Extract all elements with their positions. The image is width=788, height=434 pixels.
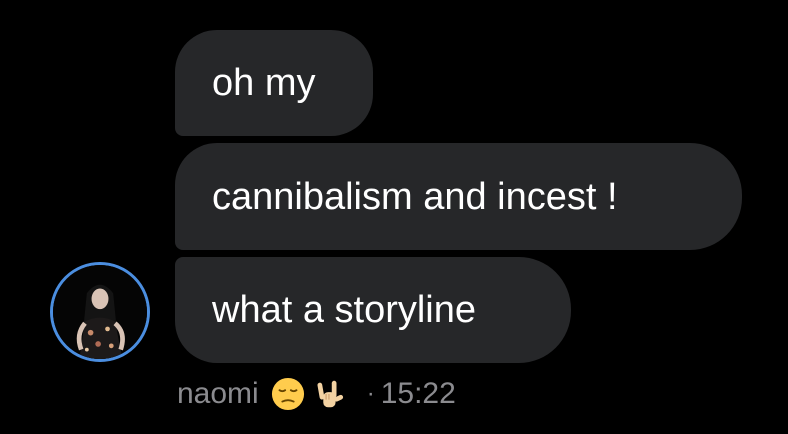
separator-dot: · bbox=[366, 380, 375, 407]
message-bubble[interactable]: what a storyline bbox=[175, 257, 571, 363]
sender-avatar[interactable] bbox=[50, 262, 150, 362]
pensive-face-emoji bbox=[271, 377, 305, 411]
chat-thread: oh my cannibalism and incest ! what a st… bbox=[0, 0, 788, 434]
message-text: oh my bbox=[212, 62, 316, 104]
message-text: cannibalism and incest ! bbox=[212, 175, 618, 218]
avatar-photo-icon bbox=[53, 265, 147, 359]
message-timestamp: 15:22 bbox=[380, 377, 456, 410]
message-meta: naomi · 15:22 bbox=[177, 374, 456, 414]
love-you-gesture-emoji bbox=[311, 377, 345, 411]
message-bubble[interactable]: cannibalism and incest ! bbox=[175, 143, 742, 250]
message-bubble[interactable]: oh my bbox=[175, 30, 373, 136]
sender-name[interactable]: naomi bbox=[177, 377, 259, 411]
message-text: what a storyline bbox=[212, 289, 477, 331]
